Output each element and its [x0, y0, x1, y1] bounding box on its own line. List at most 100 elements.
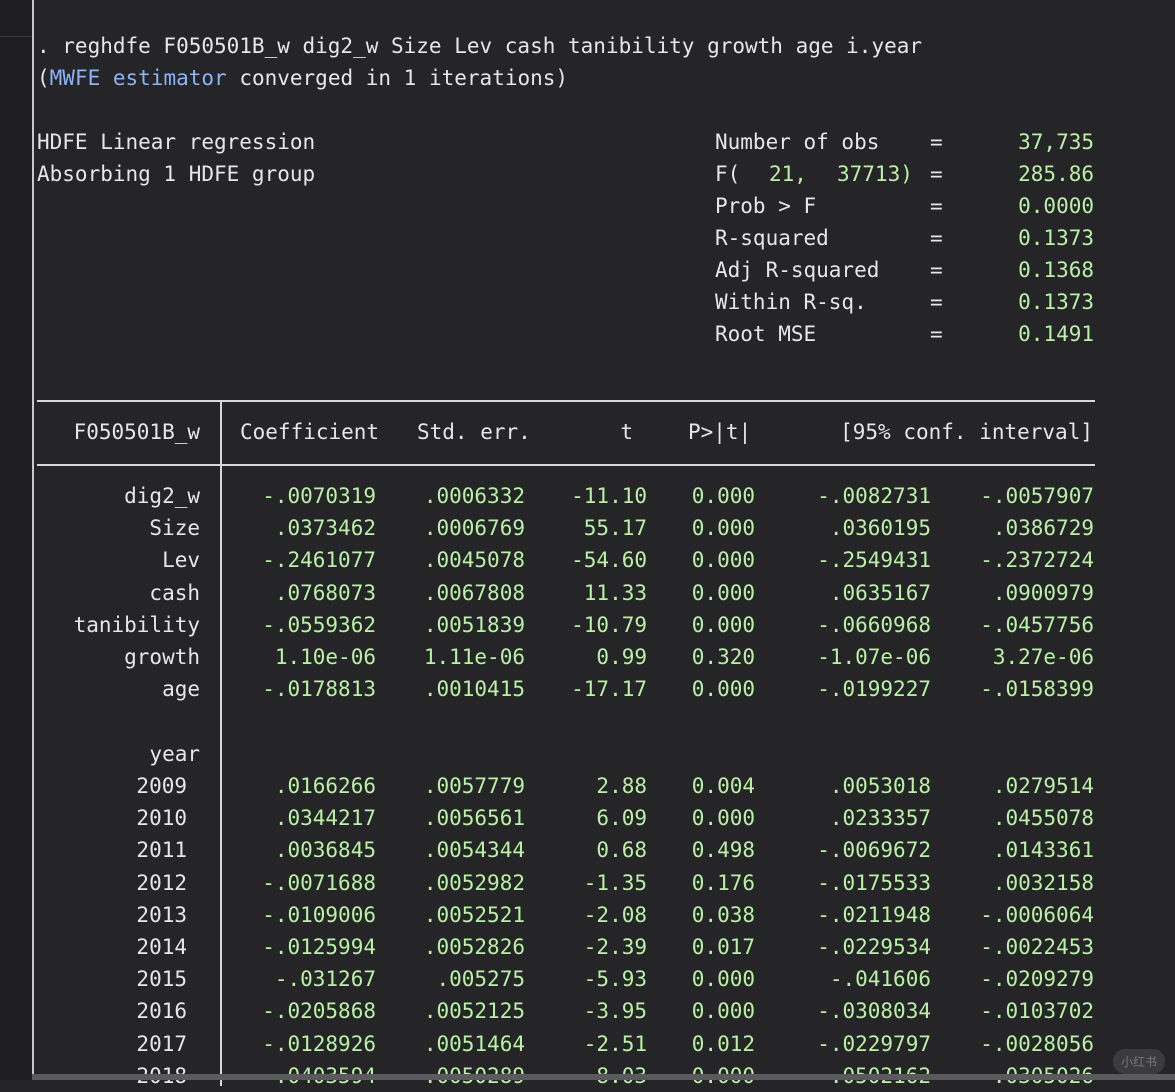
cell-value: 0.000	[691, 484, 755, 508]
cell-value: -2.08	[583, 902, 647, 927]
command-line: . reghdfe F050501B_w dig2_w Size Lev cas…	[37, 34, 923, 58]
stat-equals: =	[930, 162, 943, 186]
cell-value: -.0209279	[980, 967, 1094, 992]
row-label: 2017	[136, 1031, 187, 1056]
row-label: Size	[149, 516, 200, 541]
cell-value: -.0125994	[262, 935, 376, 959]
cell-value: -.2461077	[262, 548, 376, 573]
stat-label: Root MSE	[715, 322, 817, 346]
stat-equals: =	[930, 226, 943, 250]
regression-title: HDFE Linear regression	[37, 130, 316, 154]
cell-value: -.0022453	[980, 935, 1094, 959]
cell-value: .0360195	[829, 516, 931, 541]
absorbing-text: Absorbing 1 HDFE group	[37, 162, 316, 186]
column-header: t	[620, 420, 633, 444]
cell-value: .0054344	[423, 838, 525, 863]
cell-value: .0166266	[274, 774, 376, 798]
table-top-rule	[37, 400, 1095, 402]
cell-value: 11.33	[583, 580, 647, 605]
cell-value: 1.11e-06	[423, 645, 525, 669]
stat-label: Prob > F	[715, 194, 817, 218]
row-label: 2015	[136, 967, 187, 992]
cell-value: -.0103702	[980, 999, 1094, 1024]
cell-value: -.0211948	[817, 902, 931, 927]
cell-value: .0056561	[423, 806, 525, 831]
stat-label: Adj R-squared	[715, 258, 880, 282]
cell-value: -.0229797	[817, 1031, 931, 1056]
cell-value: .0052982	[423, 870, 525, 895]
estimator-open-paren: (	[37, 66, 50, 90]
cell-value: .0900979	[992, 580, 1094, 605]
cell-value: 1.10e-06	[274, 645, 376, 669]
row-label: 2012	[136, 870, 187, 895]
cell-value: -.0158399	[980, 677, 1094, 702]
row-label: cash	[149, 580, 200, 605]
stat-label: Within R-sq.	[715, 290, 867, 314]
cell-value: -.2549431	[817, 548, 931, 573]
stat-equals: =	[930, 194, 943, 218]
cell-value: .0373462	[274, 516, 376, 541]
row-label: 2013	[136, 902, 187, 927]
cell-value: .0768073	[274, 580, 376, 605]
cell-value: -.041606	[829, 967, 931, 992]
cell-value: .0053018	[829, 774, 931, 798]
cell-value: .0051464	[423, 1031, 525, 1056]
row-label: 2011	[136, 838, 187, 863]
cell-value: 0.498	[691, 838, 755, 863]
column-header: Coefficient	[240, 420, 380, 444]
stat-equals: =	[930, 322, 943, 346]
row-label: growth	[124, 645, 200, 669]
cell-value: 0.000	[691, 677, 755, 702]
row-label: 2010	[136, 806, 187, 831]
gutter-divider	[0, 36, 32, 37]
cell-value: -.0028056	[980, 1031, 1094, 1056]
stat-df2: 37713)	[837, 162, 913, 186]
row-label: dig2_w	[124, 484, 200, 508]
stat-value: 285.86	[1018, 162, 1094, 186]
cell-value: -.0057907	[980, 484, 1094, 508]
cell-value: -.0109006	[262, 902, 376, 927]
cell-value: -.0006064	[980, 902, 1094, 927]
cell-value: .0455078	[992, 806, 1094, 831]
estimator-link[interactable]: MWFE estimator	[50, 66, 227, 90]
column-header: Std. err.	[417, 420, 531, 444]
cell-value: 0.320	[691, 645, 755, 669]
cell-value: -.0199227	[817, 677, 931, 702]
cell-value: -3.95	[583, 999, 647, 1024]
cell-value: -1.35	[583, 870, 647, 895]
cell-value: 0.000	[691, 999, 755, 1024]
row-label: 2014	[136, 935, 187, 959]
cell-value: .005275	[436, 967, 525, 992]
cell-value: 0.000	[691, 580, 755, 605]
cell-value: .0067808	[423, 580, 525, 605]
cell-value: -11.10	[571, 484, 647, 508]
cell-value: .0233357	[829, 806, 931, 831]
horizontal-scrollbar[interactable]	[32, 1074, 1175, 1080]
watermark: 小红书	[1112, 1049, 1165, 1074]
cell-value: -17.17	[571, 677, 647, 702]
cell-value: 0.68	[596, 838, 647, 863]
cell-value: -5.93	[583, 967, 647, 992]
row-label: 2009	[136, 774, 187, 798]
cell-value: .0052826	[423, 935, 525, 959]
cell-value: 0.000	[691, 548, 755, 573]
cell-value: .0006332	[423, 484, 525, 508]
stat-equals: =	[930, 130, 943, 154]
cell-value: 55.17	[583, 516, 647, 541]
cell-value: 0.176	[691, 870, 755, 895]
stat-value: 0.1373	[1018, 226, 1094, 250]
cell-value: -.0175533	[817, 870, 931, 895]
cell-value: 0.000	[691, 612, 755, 637]
cell-value: -2.39	[583, 935, 647, 959]
cell-value: -.0178813	[262, 677, 376, 702]
stat-value: 0.1368	[1018, 258, 1094, 282]
cell-value: -.0082731	[817, 484, 931, 508]
row-label: tanibility	[73, 612, 200, 637]
cell-value: .0052125	[423, 999, 525, 1024]
stat-value: 0.1491	[1018, 322, 1094, 346]
cell-value: .0032158	[992, 870, 1094, 895]
cell-value: .0052521	[423, 902, 525, 927]
cell-value: 0.004	[691, 774, 755, 798]
stat-value: 0.1373	[1018, 290, 1094, 314]
cell-value: -.0071688	[262, 870, 376, 895]
